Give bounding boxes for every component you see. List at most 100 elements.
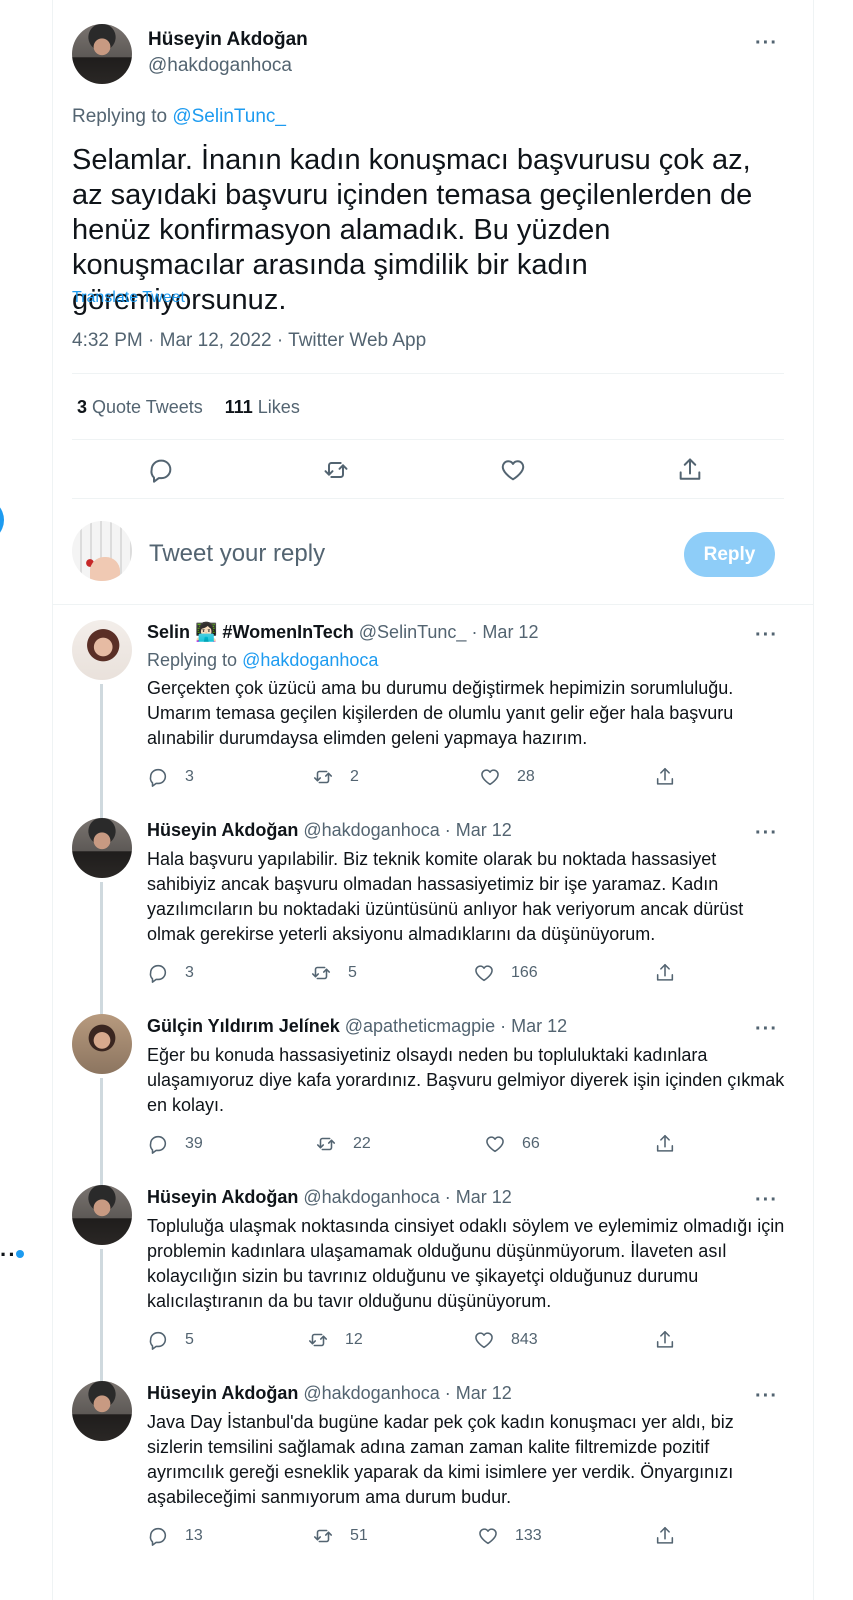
reply-text: Java Day İstanbul'da bugüne kadar pek ço… <box>147 1412 734 1507</box>
current-user-avatar[interactable] <box>72 521 132 581</box>
reply-icon[interactable] <box>147 456 175 484</box>
heart-icon[interactable] <box>473 1329 495 1351</box>
heart-icon[interactable] <box>473 962 495 984</box>
more-icon[interactable]: ··· <box>755 823 778 843</box>
tweet-timestamp[interactable]: 4:32 PM · Mar 12, 2022 · Twitter Web App <box>72 330 426 352</box>
reply-header: Hüseyin Akdoğan @hakdoganhoca · Mar 12 <box>147 1187 512 1208</box>
retweet-icon[interactable] <box>322 456 350 484</box>
quote-tweets-link[interactable]: 3 Quote Tweets <box>77 397 203 417</box>
reply-icon[interactable] <box>147 1525 169 1547</box>
translate-tweet-link[interactable]: Translate Tweet <box>72 289 185 307</box>
share-icon[interactable] <box>654 1133 676 1155</box>
heart-icon[interactable] <box>484 1133 506 1155</box>
retweet-action[interactable]: 12 <box>307 1329 363 1351</box>
retweet-icon[interactable] <box>312 766 334 788</box>
avatar[interactable] <box>72 1185 132 1245</box>
reply-action[interactable]: 3 <box>147 962 194 984</box>
more-icon[interactable]: ··· <box>755 625 778 645</box>
reply-action[interactable]: 39 <box>147 1133 203 1155</box>
more-icon[interactable]: ··· <box>755 1386 778 1406</box>
likes-link[interactable]: 111 Likes <box>225 397 300 417</box>
retweet-action[interactable]: 5 <box>310 962 357 984</box>
reply-count: 3 <box>185 964 194 981</box>
like-action[interactable]: 166 <box>473 962 538 984</box>
retweet-count: 22 <box>353 1135 371 1152</box>
share-action[interactable] <box>654 1329 676 1351</box>
reply-text: Eğer bu konuda hassasiyetiniz olsaydı ne… <box>147 1045 785 1115</box>
share-action[interactable] <box>654 962 676 984</box>
retweet-icon[interactable] <box>315 1133 337 1155</box>
divider <box>72 498 784 499</box>
share-action[interactable] <box>654 1525 676 1547</box>
notification-dot <box>16 1250 24 1258</box>
reply-author-name[interactable]: Hüseyin Akdoğan <box>147 1187 298 1207</box>
reply-action[interactable]: 5 <box>147 1329 194 1351</box>
share-icon[interactable] <box>654 766 676 788</box>
retweet-icon[interactable] <box>312 1525 334 1547</box>
share-icon[interactable] <box>654 1329 676 1351</box>
reply-icon[interactable] <box>147 766 169 788</box>
reply-header: Hüseyin Akdoğan @hakdoganhoca · Mar 12 <box>147 820 512 841</box>
avatar[interactable] <box>72 1381 132 1441</box>
reply-author-name[interactable]: Hüseyin Akdoğan <box>147 820 298 840</box>
reply-action[interactable]: 13 <box>147 1525 203 1547</box>
retweet-action[interactable]: 2 <box>312 766 359 788</box>
replying-handle-link[interactable]: @SelinTunc_ <box>172 106 286 127</box>
retweet-count: 5 <box>348 964 357 981</box>
reply-actions: 3 5 166 <box>147 962 687 986</box>
replying-handle-link[interactable]: @hakdoganhoca <box>242 650 378 670</box>
share-action[interactable] <box>654 766 676 788</box>
reply-author-name[interactable]: Hüseyin Akdoğan <box>147 1383 298 1403</box>
avatar[interactable] <box>72 620 132 680</box>
retweet-action[interactable]: 51 <box>312 1525 368 1547</box>
more-icon[interactable]: ··· <box>755 1190 778 1210</box>
reply-count: 3 <box>185 768 194 785</box>
more-icon[interactable]: ··· <box>755 33 778 53</box>
like-action[interactable]: 843 <box>473 1329 538 1351</box>
more-icon[interactable]: ··· <box>755 1019 778 1039</box>
replying-to: Replying to @hakdoganhoca <box>147 650 379 670</box>
reply-actions: 3 2 28 <box>147 766 687 790</box>
heart-icon[interactable] <box>499 456 527 484</box>
reply-author-name[interactable]: Gülçin Yıldırım Jelínek <box>147 1016 340 1036</box>
avatar[interactable] <box>72 1014 132 1074</box>
share-icon[interactable] <box>676 456 704 484</box>
reply-meta[interactable]: @apatheticmagpie · Mar 12 <box>340 1016 567 1036</box>
heart-icon[interactable] <box>479 766 501 788</box>
heart-icon[interactable] <box>477 1525 499 1547</box>
reply-meta[interactable]: @hakdoganhoca · Mar 12 <box>298 820 511 840</box>
reply-header: Gülçin Yıldırım Jelínek @apatheticmagpie… <box>147 1016 567 1037</box>
like-count: 843 <box>511 1331 538 1348</box>
avatar[interactable] <box>72 24 132 84</box>
reply-actions: 39 22 66 <box>147 1133 687 1157</box>
reply-meta[interactable]: @hakdoganhoca · Mar 12 <box>298 1187 511 1207</box>
retweet-icon[interactable] <box>310 962 332 984</box>
share-action[interactable] <box>654 1133 676 1155</box>
tweet-stats: 3 Quote Tweets 111 Likes <box>77 397 300 418</box>
reply-input[interactable]: Tweet your reply <box>149 540 325 568</box>
share-icon[interactable] <box>654 1525 676 1547</box>
side-compose-button[interactable] <box>0 498 4 542</box>
share-icon[interactable] <box>654 962 676 984</box>
like-action[interactable]: 66 <box>484 1133 540 1155</box>
reply-button[interactable]: Reply <box>684 532 775 577</box>
reply-meta[interactable]: @hakdoganhoca · Mar 12 <box>298 1383 511 1403</box>
retweet-count: 2 <box>350 768 359 785</box>
reply-icon[interactable] <box>147 962 169 984</box>
reply-count: 13 <box>185 1527 203 1544</box>
retweet-icon[interactable] <box>307 1329 329 1351</box>
retweet-action[interactable]: 22 <box>315 1133 371 1155</box>
replying-prefix: Replying to <box>72 106 173 127</box>
main-author-name[interactable]: Hüseyin Akdoğan <box>148 29 308 51</box>
reply-action[interactable]: 3 <box>147 766 194 788</box>
reply-author-name[interactable]: Selin 👩🏻‍💻 #WomenInTech <box>147 622 354 642</box>
main-author-handle[interactable]: @hakdoganhoca <box>148 55 292 77</box>
reply-header: Hüseyin Akdoğan @hakdoganhoca · Mar 12 <box>147 1383 512 1404</box>
reply-icon[interactable] <box>147 1329 169 1351</box>
like-action[interactable]: 133 <box>477 1525 542 1547</box>
like-count: 28 <box>517 768 535 785</box>
reply-icon[interactable] <box>147 1133 169 1155</box>
avatar[interactable] <box>72 818 132 878</box>
reply-meta[interactable]: @SelinTunc_ · Mar 12 <box>354 622 539 642</box>
like-action[interactable]: 28 <box>479 766 535 788</box>
